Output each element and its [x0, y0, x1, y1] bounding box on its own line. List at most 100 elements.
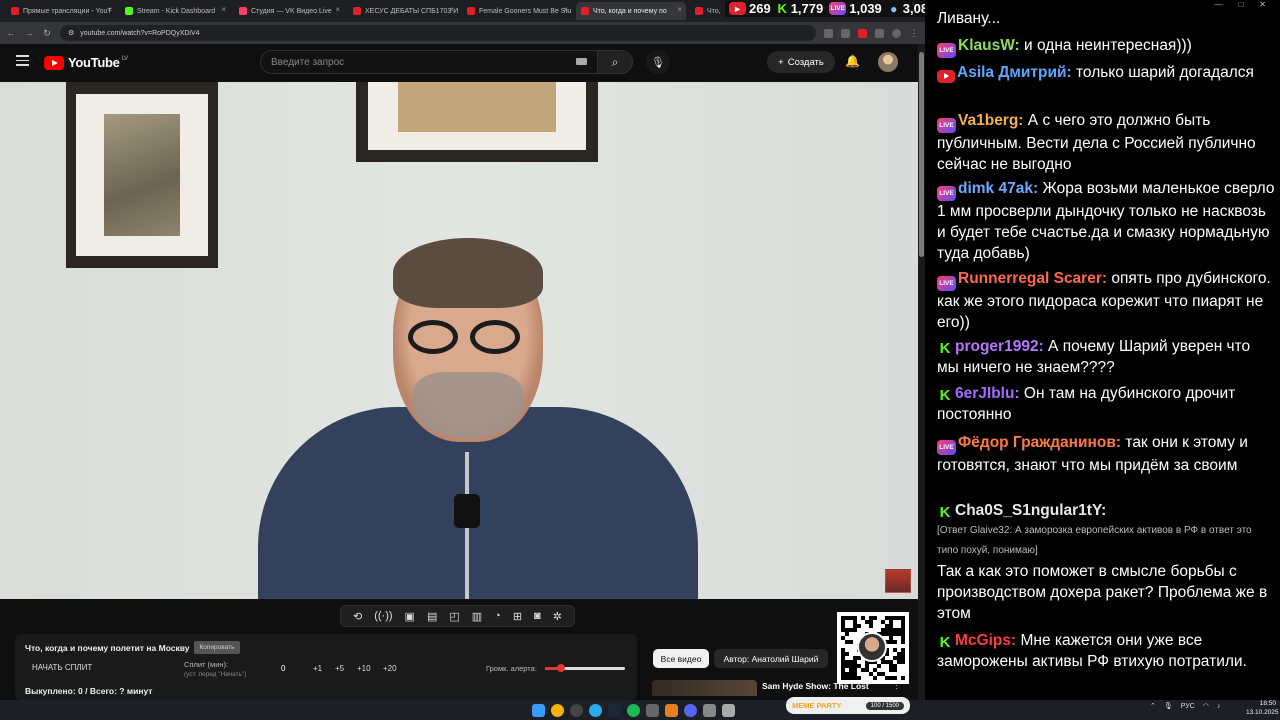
increment-button[interactable]: +10 — [357, 664, 371, 673]
browser-tab[interactable]: Прямые трансляции - YouT × — [6, 2, 116, 20]
telegram-icon[interactable] — [589, 703, 602, 717]
vk-live-icon: LIVE — [937, 43, 956, 58]
tab-favicon-icon — [239, 7, 247, 15]
vk-live-icon: LIVE — [937, 440, 956, 455]
app-icon[interactable] — [665, 703, 678, 717]
tab-close-icon[interactable]: × — [449, 5, 454, 14]
extension-icon[interactable] — [875, 28, 884, 38]
lang-indicator[interactable]: РУС — [1181, 703, 1195, 710]
search-input[interactable]: Введите запрос — [260, 50, 598, 74]
chat-username: dimk 47ak: — [958, 180, 1039, 197]
extension-icon[interactable] — [824, 28, 833, 38]
voice-search-button[interactable]: 🎙 — [646, 50, 670, 74]
browser-tab[interactable]: Stream - Kick Dashboard × — [120, 2, 230, 20]
more-menu-icon[interactable]: ⋮ — [909, 28, 919, 39]
reload-icon[interactable]: ↻ — [42, 28, 52, 39]
close-icon[interactable]: ✕ — [1259, 0, 1266, 10]
chip-all-videos[interactable]: Все видео — [653, 649, 709, 668]
bell-icon[interactable]: 🔔 — [845, 54, 860, 68]
url-field[interactable]: ⚙ youtube.com/watch?v=RoPDQyXDiV4 — [60, 25, 816, 41]
viewer-stats: ▶ 269 K 1,779 LIVE 1,039 ● 3,087 — [725, 0, 935, 17]
start-icon[interactable] — [532, 703, 545, 717]
search-button[interactable]: ⌕ — [597, 50, 633, 74]
crop-icon[interactable]: ◰ — [449, 610, 459, 623]
speed-icon[interactable]: ◔ — [494, 610, 501, 622]
tab-close-icon[interactable]: × — [107, 5, 112, 14]
chat-message-partial: Ливану... — [937, 10, 1001, 27]
add-box-icon[interactable]: ⊞ — [513, 610, 522, 623]
video-title: Что, когда и почему полетит на Москву — [25, 643, 190, 653]
back-icon[interactable]: ← — [6, 28, 16, 38]
user-icon: ● — [890, 1, 898, 16]
youtube-logo[interactable]: YouTube LV — [44, 55, 128, 70]
chat-username: McGips: — [955, 632, 1017, 649]
broadcast-icon[interactable]: ((·)) — [374, 610, 392, 622]
repeat-icon[interactable]: ⟲ — [353, 610, 362, 623]
chat-message: LIVE dimk 47ak: Жора возьми маленькое све… — [937, 178, 1275, 264]
chat-text: только шарий догадался — [1075, 64, 1254, 81]
browser-tab[interactable]: Female Gooners Must Be Stu × — [462, 2, 572, 20]
tab-close-icon[interactable]: × — [563, 5, 568, 14]
kick-icon: K — [939, 340, 951, 357]
wifi-icon[interactable]: ◠ — [1203, 702, 1209, 710]
increment-button[interactable]: +5 — [335, 664, 344, 673]
app-icon[interactable] — [703, 703, 716, 717]
copy-button[interactable]: Копировать — [194, 641, 240, 654]
film-strip-icon[interactable]: ▥ — [472, 610, 482, 623]
spotify-icon[interactable] — [627, 703, 640, 717]
browser-tab[interactable]: Студия — VK Видео Live × — [234, 2, 344, 20]
obs-icon[interactable] — [570, 703, 583, 717]
forward-icon[interactable]: → — [24, 28, 34, 38]
start-split-button[interactable]: НАЧАТЬ СПЛИТ — [32, 663, 92, 672]
create-button[interactable]: + Создать — [767, 51, 835, 73]
related-video-thumbnail[interactable] — [652, 680, 757, 696]
extension-icon[interactable] — [858, 28, 867, 38]
minimize-icon[interactable]: — — [1214, 0, 1222, 10]
steam-icon[interactable] — [608, 703, 621, 717]
increment-button[interactable]: +20 — [383, 664, 397, 673]
tab-title: Что, — [707, 7, 721, 15]
browser-tab[interactable]: ХЕСУС ДЕБАТЫ СПБ1703 И × — [348, 2, 458, 20]
chat-username: Va1berg: — [958, 112, 1024, 129]
keyboard-icon[interactable] — [576, 58, 587, 65]
system-tray: ⌃ 🎙 РУС ◠ ♪ — [1150, 702, 1221, 711]
tab-favicon-icon — [353, 7, 361, 15]
avatar[interactable] — [878, 52, 898, 72]
meme-progress: 100 / 1500 — [865, 701, 904, 710]
clock[interactable]: 18:50 13.10.2025 — [1246, 699, 1279, 717]
vk-live-icon: LIVE — [937, 118, 956, 133]
increment-button[interactable]: +1 — [313, 664, 322, 673]
scrollbar-thumb[interactable] — [919, 52, 924, 257]
volume-icon[interactable]: ♪ — [1217, 703, 1221, 710]
browser-tab[interactable]: Что, когда и почему по × — [576, 2, 686, 20]
extension-icon[interactable] — [841, 28, 850, 38]
wall-picture-frame — [66, 82, 218, 268]
screen-cast-icon[interactable]: ▣ — [405, 610, 415, 623]
tab-close-icon[interactable]: × — [335, 5, 340, 14]
chat-reply-quote: [Ответ Glaive32: А заморозка европейских… — [937, 525, 1252, 556]
app-icon[interactable] — [646, 703, 659, 717]
profile-icon[interactable] — [892, 28, 901, 38]
tab-close-icon[interactable]: × — [677, 5, 682, 14]
mic-icon[interactable]: 🎙 — [1164, 702, 1173, 710]
app-icon[interactable] — [722, 703, 735, 717]
chrome-icon[interactable] — [551, 703, 564, 717]
video-player[interactable] — [0, 82, 918, 599]
search-placeholder: Введите запрос — [271, 56, 345, 68]
chevron-up-icon[interactable]: ⌃ — [1150, 702, 1156, 710]
tab-favicon-icon — [11, 7, 19, 15]
maximize-icon[interactable]: □ — [1238, 0, 1243, 10]
chip-author[interactable]: Автор: Анатолий Шарий — [714, 649, 828, 668]
app-icon[interactable] — [684, 703, 697, 717]
camera-icon[interactable]: ◙ — [534, 610, 541, 622]
alert-volume-knob[interactable] — [557, 664, 565, 672]
clapper-icon[interactable]: ▤ — [427, 610, 437, 623]
chat-message: K Cha0S_S1ngular1tY: [Ответ Glaive32: А за… — [937, 500, 1275, 624]
settings-icon[interactable]: ✲ — [553, 610, 562, 623]
tab-close-icon[interactable]: × — [221, 5, 226, 14]
hamburger-icon[interactable] — [16, 55, 29, 69]
webcam-overlay — [885, 569, 911, 593]
kick-icon: K — [939, 387, 951, 404]
split-label: Сплит (мин): — [184, 660, 229, 669]
site-info-icon[interactable]: ⚙ — [68, 29, 74, 37]
